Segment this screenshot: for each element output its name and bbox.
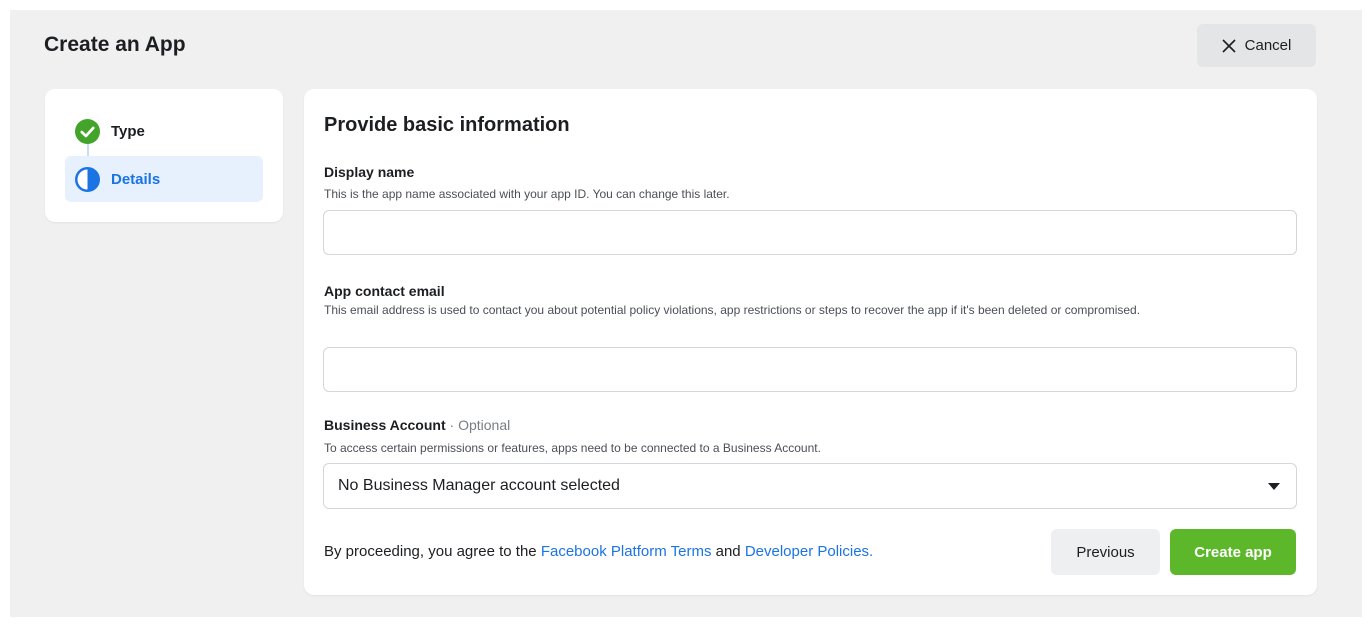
cancel-label: Cancel — [1244, 37, 1292, 54]
terms-prefix: By proceeding, you agree to the — [324, 543, 537, 560]
display-name-input[interactable] — [323, 210, 1297, 255]
business-account-select[interactable]: No Business Manager account selected — [323, 463, 1297, 509]
step-details[interactable]: Details — [65, 156, 263, 202]
optional-tag: · Optional — [449, 417, 511, 433]
business-account-help: To access certain permissions or feature… — [324, 441, 821, 455]
contact-email-label: App contact email — [324, 283, 445, 299]
create-app-button[interactable]: Create app — [1170, 529, 1296, 575]
contact-email-help: This email address is used to contact yo… — [324, 303, 1141, 317]
developer-policies-link[interactable]: Developer Policies. — [745, 543, 873, 560]
previous-button[interactable]: Previous — [1051, 529, 1160, 575]
step-type[interactable]: Type — [65, 108, 263, 154]
half-circle-icon — [75, 166, 100, 192]
step-type-label: Type — [111, 122, 145, 140]
display-name-help: This is the app name associated with you… — [324, 187, 730, 201]
terms-conjunction: and — [715, 543, 741, 560]
display-name-label: Display name — [324, 164, 415, 180]
business-account-value: No Business Manager account selected — [338, 477, 620, 494]
terms-text: By proceeding, you agree to the Facebook… — [324, 543, 873, 560]
business-account-title: Business Account — [324, 417, 446, 433]
platform-terms-link[interactable]: Facebook Platform Terms — [541, 543, 712, 560]
caret-down-icon — [1268, 482, 1280, 490]
steps-panel: Type Details — [45, 89, 283, 222]
check-circle-icon — [75, 118, 100, 144]
cancel-button[interactable]: Cancel — [1197, 24, 1316, 67]
business-account-label: Business Account · Optional — [324, 417, 510, 433]
contact-email-input[interactable] — [323, 347, 1297, 392]
page-title: Create an App — [44, 33, 186, 56]
form-title: Provide basic information — [324, 114, 570, 136]
close-icon — [1222, 38, 1236, 53]
details-form-card: Provide basic information Display name T… — [304, 89, 1317, 595]
step-details-label: Details — [111, 170, 161, 188]
